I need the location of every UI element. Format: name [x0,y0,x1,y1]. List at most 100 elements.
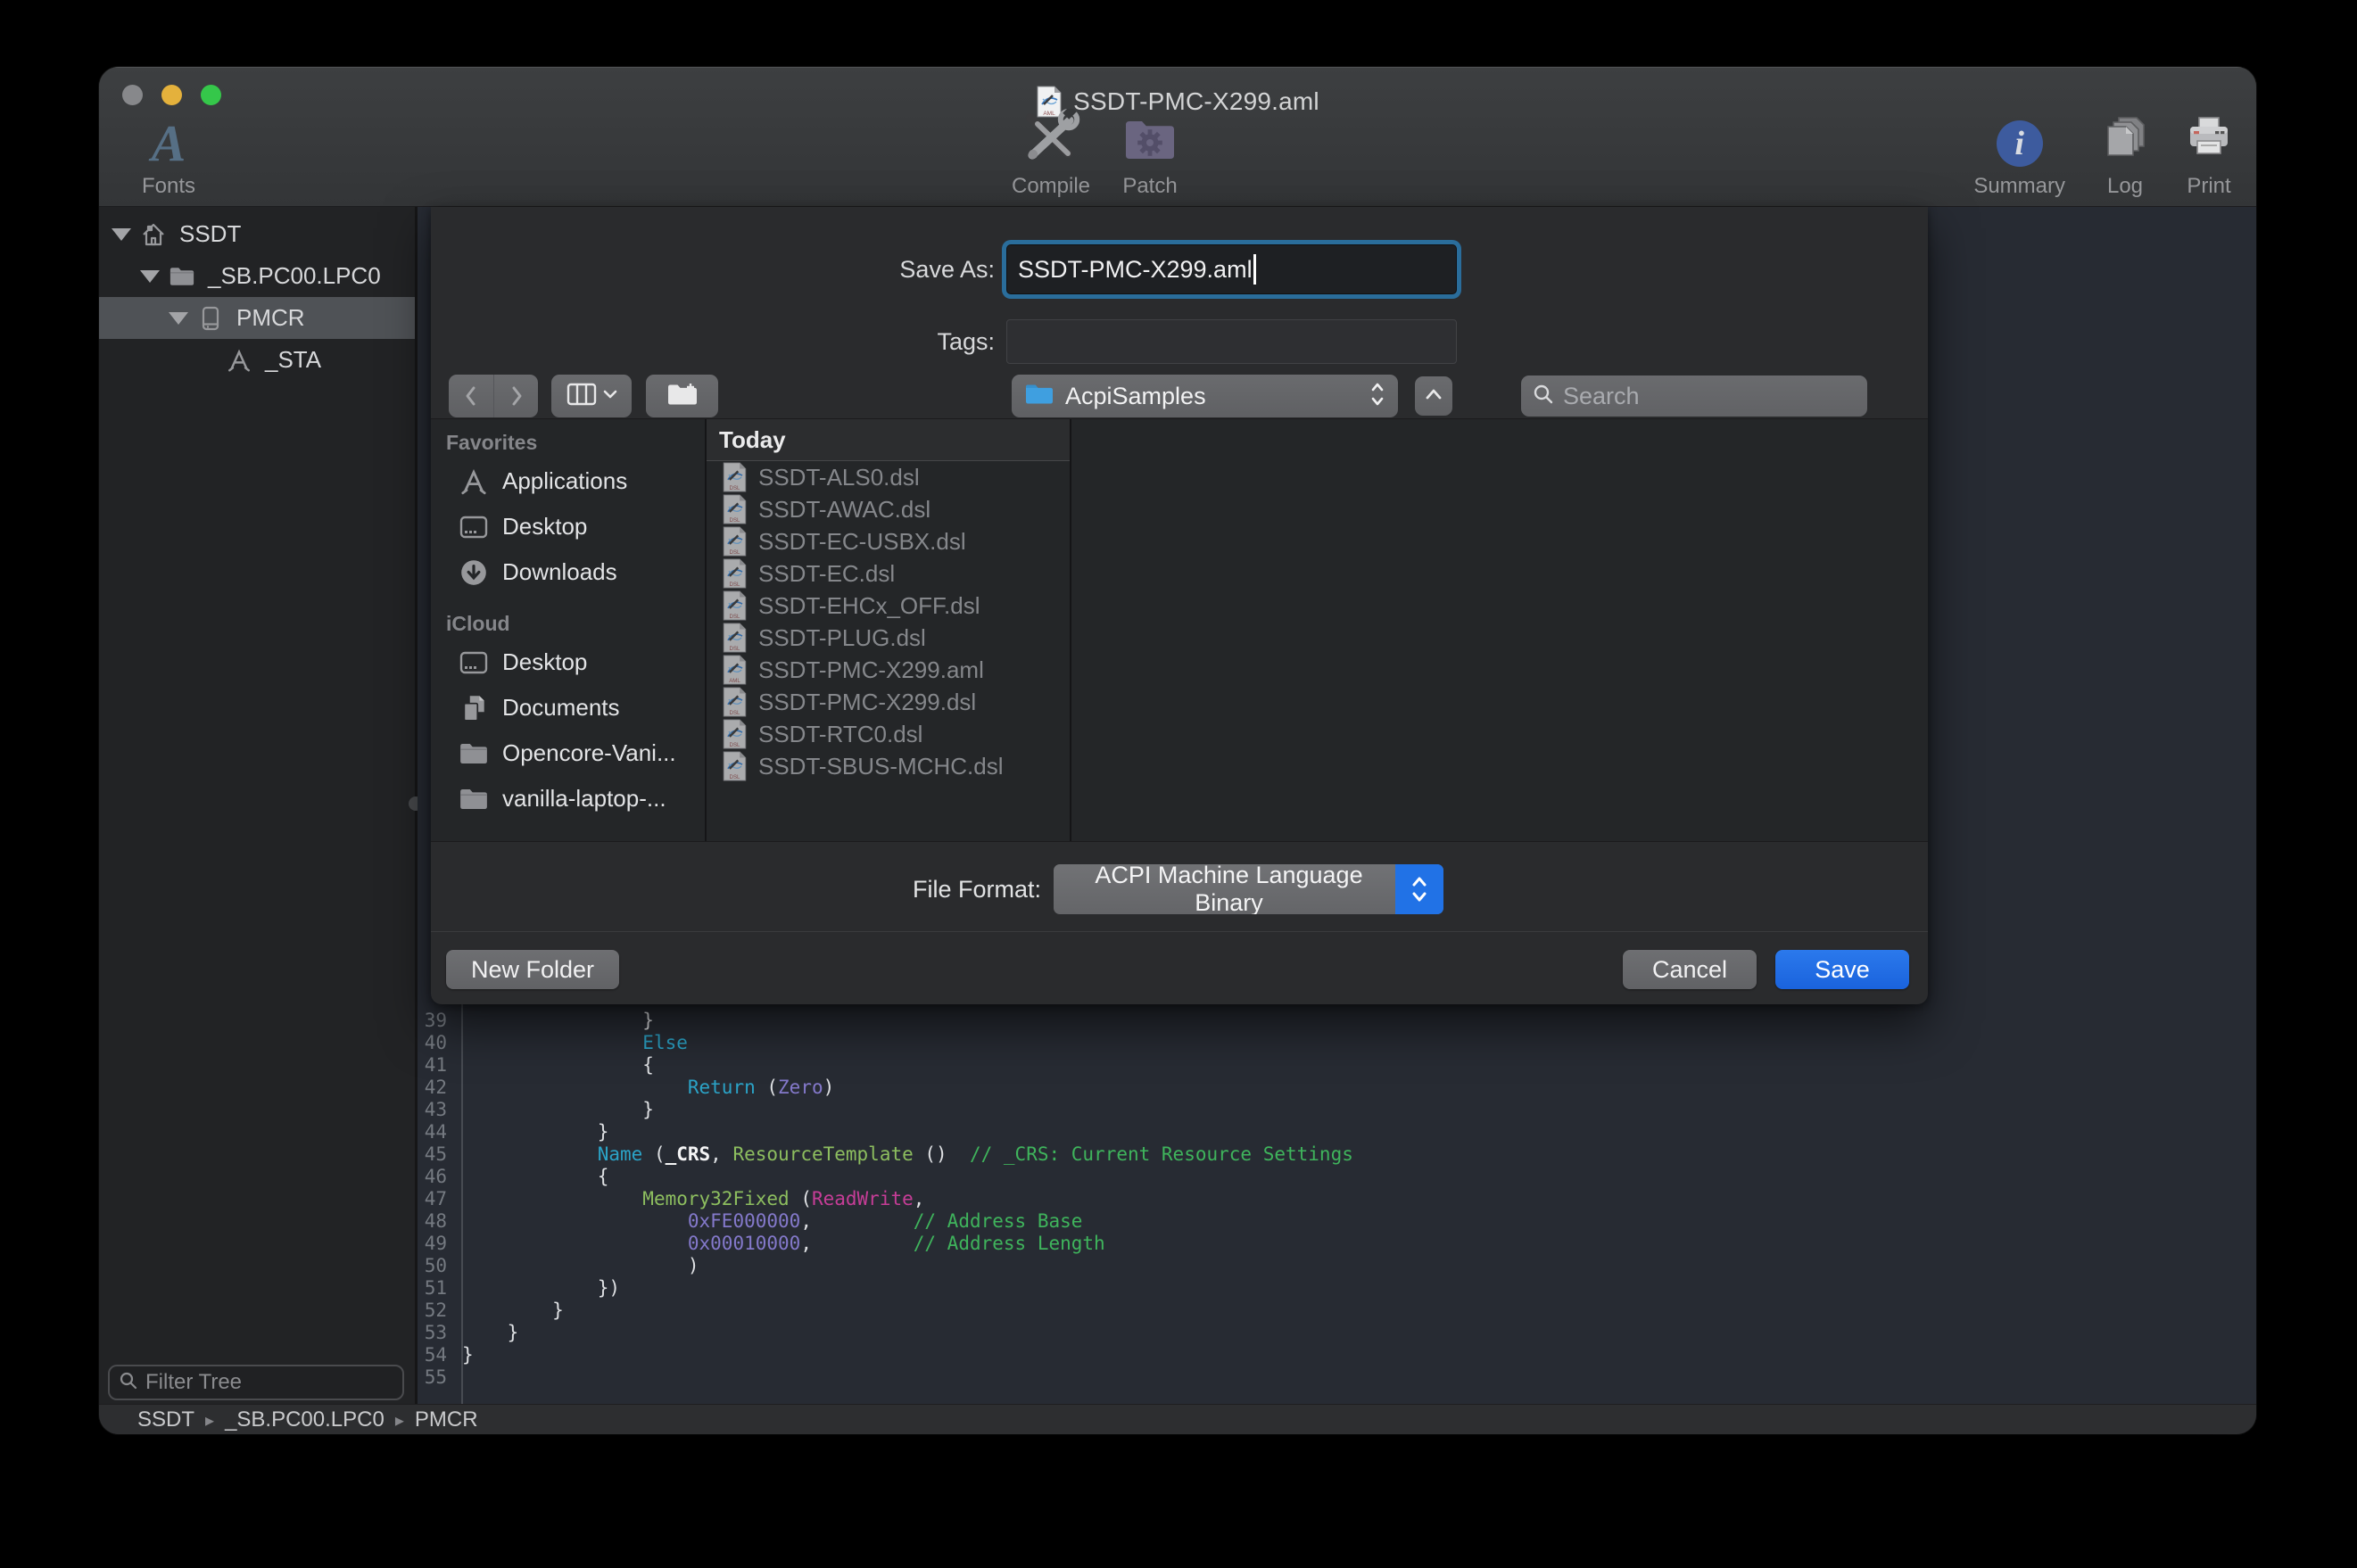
file-name: SSDT-PMC-X299.dsl [758,689,976,716]
log-pages-icon [2101,114,2149,167]
file-row[interactable]: DSL SSDT-SBUS-MCHC.dsl [707,750,1070,782]
line-number: 44 [418,1121,455,1143]
cancel-button[interactable]: Cancel [1623,950,1757,989]
window-title: SSDT-PMC-X299.aml [1073,87,1319,116]
forward-button[interactable] [493,375,538,417]
compile-button[interactable]: Compile [998,113,1104,199]
device-icon [197,305,224,332]
file-name: SSDT-PLUG.dsl [758,624,926,652]
sidebar-item-applications[interactable]: Applications [446,458,705,504]
documents-icon [459,693,489,723]
sidebar-item-label: Applications [502,467,627,495]
new-folder-button[interactable]: New Folder [446,950,619,989]
tags-input[interactable] [1006,319,1457,364]
sidebar-item-documents[interactable]: Documents [446,685,705,730]
save-dialog-sheet: Save As: SSDT-PMC-X299.aml Tags: [431,207,1928,1004]
document-icon: DSL [722,751,748,781]
home-icon [140,221,167,248]
document-icon: AML [722,655,748,685]
line-number: 46 [418,1166,455,1188]
sidebar-item-vanilla-laptop-[interactable]: vanilla-laptop-... [446,776,705,821]
tree-item-ssdt[interactable]: SSDT [99,213,415,255]
disclosure-triangle-icon[interactable] [112,228,131,241]
popup-chevrons-icon [1369,381,1385,412]
method-icon [226,347,252,374]
folder-icon [1024,382,1054,411]
sidebar-item-label: Desktop [502,648,587,676]
file-row[interactable]: DSL SSDT-RTC0.dsl [707,718,1070,750]
sidebar-item-desktop[interactable]: Desktop [446,640,705,685]
tree-item-pmcr[interactable]: PMCR [99,297,415,339]
code-line: 52 } [418,1300,2256,1322]
file-format-popup[interactable]: ACPI Machine Language Binary [1054,864,1443,914]
file-name: SSDT-EC-USBX.dsl [758,528,966,556]
columns-view-icon [567,383,597,410]
breadcrumb-item[interactable]: PMCR [415,1407,478,1432]
location-popup[interactable]: AcpiSamples [1012,375,1398,417]
save-button[interactable]: Save [1775,950,1909,989]
tags-row: Tags: [431,319,1928,364]
tree-item-_sta[interactable]: _STA [99,339,415,381]
file-row[interactable]: DSL SSDT-EC-USBX.dsl [707,525,1070,557]
tree-sidebar: SSDT _SB.PC00.LPC0 PMCR_STA [99,207,415,1404]
text-caret [1253,254,1256,285]
file-list: DSL SSDT-ALS0.dsl DSL SSDT-AWAC.dsl DSL … [707,461,1070,782]
disclosure-triangle-icon[interactable] [140,270,160,283]
tree-item-_sb.pc00.lpc0[interactable]: _SB.PC00.LPC0 [99,255,415,297]
line-number: 43 [418,1099,455,1121]
downloads-icon [459,557,489,588]
popup-chevrons-icon [1395,864,1443,914]
sidebar-item-downloads[interactable]: Downloads [446,549,705,595]
code-line: 44 } [418,1121,2256,1143]
filter-tree-field[interactable] [108,1365,404,1400]
chevron-up-icon [1425,388,1443,405]
disclosure-triangle-icon[interactable] [169,312,188,325]
breadcrumb-item[interactable]: _SB.PC00.LPC0 [225,1407,385,1432]
save-as-row: Save As: SSDT-PMC-X299.aml [431,244,1928,294]
new-folder-toolbar-button[interactable] [646,375,718,417]
svg-text:DSL: DSL [730,774,741,780]
svg-text:DSL: DSL [730,485,741,491]
file-row[interactable]: DSL SSDT-ALS0.dsl [707,461,1070,493]
code-line: 53 } [418,1322,2256,1344]
file-row[interactable]: DSL SSDT-PLUG.dsl [707,622,1070,654]
sidebar-item-opencore-vani-[interactable]: Opencore-Vani... [446,730,705,776]
file-row[interactable]: DSL SSDT-AWAC.dsl [707,493,1070,525]
summary-button[interactable]: i Summary [1973,113,2065,199]
code-line: 55 [418,1366,2256,1389]
file-row[interactable]: DSL SSDT-EC.dsl [707,557,1070,590]
empty-column [1071,419,1928,841]
line-number: 42 [418,1077,455,1099]
file-format-value: ACPI Machine Language Binary [1054,864,1395,914]
sidebar-item-label: Downloads [502,558,617,586]
tree-item-label: _SB.PC00.LPC0 [208,262,381,290]
new-folder-icon [666,381,699,412]
files-group-header: Today [707,419,1070,461]
file-row[interactable]: DSL SSDT-PMC-X299.dsl [707,686,1070,718]
log-button[interactable]: Log [2101,113,2149,199]
patch-button[interactable]: Patch [1112,113,1187,199]
tags-label: Tags: [431,328,995,356]
view-mode-button[interactable] [551,375,632,417]
divider [431,931,1928,932]
svg-text:DSL: DSL [730,582,741,588]
sidebar-item-desktop[interactable]: Desktop [446,504,705,549]
search-icon [1532,383,1555,410]
file-row[interactable]: AML SSDT-PMC-X299.aml [707,654,1070,686]
parent-folder-button[interactable] [1415,376,1452,416]
document-icon: DSL [722,687,748,717]
filter-tree-input[interactable] [145,1370,422,1395]
svg-text:DSL: DSL [730,710,741,716]
back-button[interactable] [449,375,493,417]
file-row[interactable]: DSL SSDT-EHCx_OFF.dsl [707,590,1070,622]
breadcrumb-item[interactable]: SSDT [137,1407,194,1432]
svg-text:DSL: DSL [730,614,741,620]
print-button[interactable]: Print [2185,113,2233,199]
breadcrumb-separator-icon: ▸ [205,1409,214,1431]
history-nav-group [449,375,538,417]
sidebar-item-label: Documents [502,694,620,722]
fonts-button[interactable]: A Fonts [126,117,211,199]
search-input[interactable] [1563,383,1879,410]
save-as-input[interactable]: SSDT-PMC-X299.aml [1006,244,1457,294]
search-field[interactable] [1521,375,1867,417]
